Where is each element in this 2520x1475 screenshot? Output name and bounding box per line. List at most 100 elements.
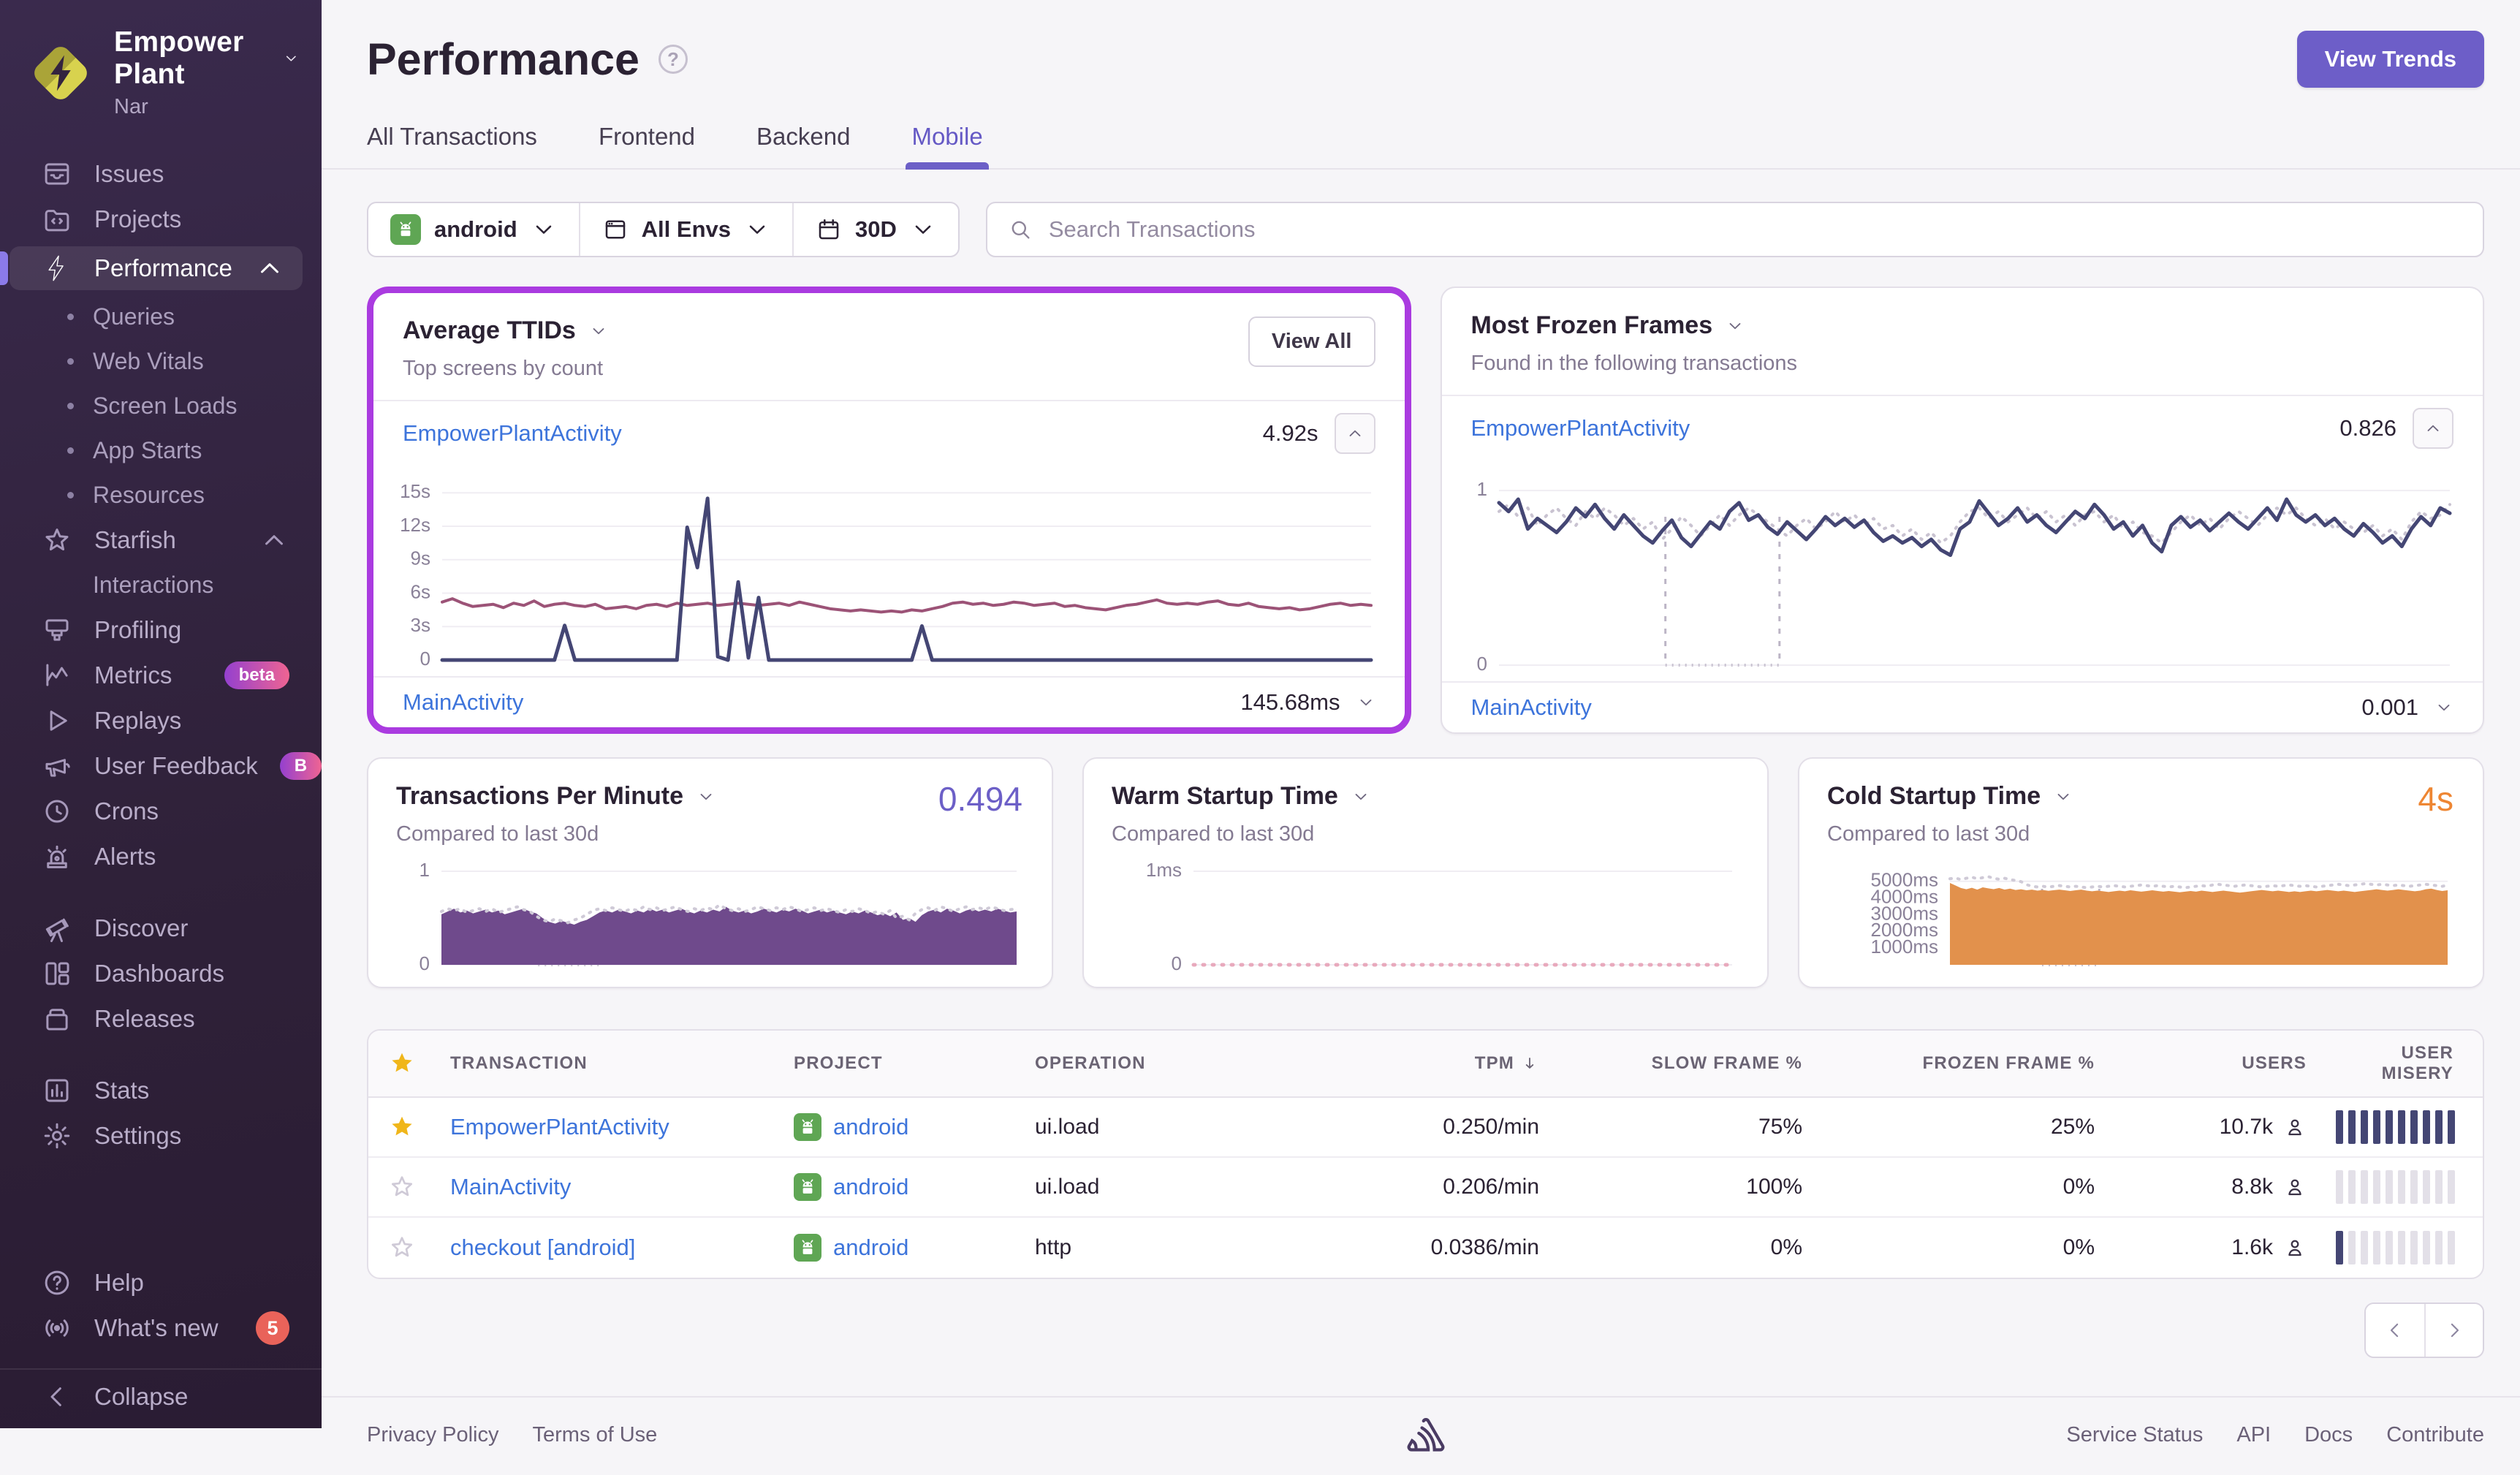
pagination bbox=[367, 1303, 2484, 1358]
page-help-icon[interactable]: ? bbox=[658, 45, 688, 74]
chevron-down-icon bbox=[589, 322, 608, 341]
sidebar-item-dashboards[interactable]: Dashboards bbox=[0, 951, 322, 996]
org-switcher[interactable]: Empower Plant Nar bbox=[0, 0, 322, 141]
star-toggle[interactable] bbox=[388, 1113, 416, 1141]
cold-startup-card: Cold Startup Time Compared to last 30d 4… bbox=[1798, 757, 2484, 988]
sidebar-item-resources[interactable]: Resources bbox=[0, 473, 322, 517]
col-users[interactable]: USERS bbox=[2109, 1053, 2321, 1074]
view-all-button[interactable]: View All bbox=[1248, 316, 1375, 367]
star-icon bbox=[42, 525, 72, 556]
sidebar-item-performance[interactable]: Performance bbox=[10, 246, 303, 290]
api-link[interactable]: API bbox=[2236, 1423, 2271, 1447]
sidebar-item-replays[interactable]: Replays bbox=[0, 698, 322, 743]
sidebar-item-whats-new[interactable]: What's new 5 bbox=[0, 1305, 322, 1351]
project-filter[interactable]: android bbox=[368, 203, 580, 256]
privacy-policy-link[interactable]: Privacy Policy bbox=[367, 1423, 499, 1447]
view-trends-button[interactable]: View Trends bbox=[2296, 31, 2484, 88]
frozen-row-empowerplantactivity: EmpowerPlantActivity 0.826 bbox=[1441, 395, 2483, 460]
sidebar-item-issues[interactable]: Issues bbox=[0, 151, 322, 197]
tab-mobile[interactable]: Mobile bbox=[906, 123, 989, 170]
collapse-row-button[interactable] bbox=[2413, 408, 2453, 449]
project-cell[interactable]: android bbox=[779, 1234, 1020, 1262]
sidebar-item-help[interactable]: Help bbox=[0, 1260, 322, 1305]
tab-all-transactions[interactable]: All Transactions bbox=[367, 123, 537, 168]
sidebar-item-queries[interactable]: Queries bbox=[0, 295, 322, 339]
col-user-misery[interactable]: USER MISERY bbox=[2321, 1043, 2483, 1084]
calendar-icon bbox=[816, 216, 842, 243]
environment-filter[interactable]: All Envs bbox=[580, 203, 794, 256]
next-page-button[interactable] bbox=[2424, 1304, 2483, 1357]
android-project-icon bbox=[794, 1173, 821, 1201]
date-range-filter[interactable]: 30D bbox=[794, 203, 958, 256]
col-operation[interactable]: OPERATION bbox=[1020, 1053, 1327, 1074]
svg-text:15s: 15s bbox=[400, 480, 430, 502]
transaction-link[interactable]: MainActivity bbox=[403, 689, 523, 716]
sidebar-item-metrics[interactable]: Metrics beta bbox=[0, 653, 322, 698]
previous-page-button[interactable] bbox=[2366, 1304, 2424, 1357]
ttid-panel-title-button[interactable]: Average TTIDs bbox=[403, 316, 608, 345]
terms-of-use-link[interactable]: Terms of Use bbox=[533, 1423, 658, 1447]
docs-link[interactable]: Docs bbox=[2304, 1423, 2353, 1447]
chevron-down-icon[interactable] bbox=[1356, 693, 1375, 712]
transaction-link[interactable]: EmpowerPlantActivity bbox=[1471, 415, 1690, 441]
project-cell[interactable]: android bbox=[779, 1113, 1020, 1141]
bullet-icon bbox=[67, 492, 74, 498]
svg-text:0: 0 bbox=[420, 648, 430, 667]
svg-text:1: 1 bbox=[420, 861, 430, 881]
sidebar-item-crons[interactable]: Crons bbox=[0, 789, 322, 834]
star-toggle[interactable] bbox=[388, 1173, 416, 1201]
sentry-logo[interactable] bbox=[1405, 1417, 1446, 1453]
ttid-row-empowerplantactivity: EmpowerPlantActivity 4.92s bbox=[373, 400, 1405, 466]
sidebar-item-app-starts[interactable]: App Starts bbox=[0, 428, 322, 473]
sidebar-collapse-button[interactable]: Collapse bbox=[0, 1368, 322, 1414]
svg-text:1: 1 bbox=[1476, 478, 1487, 500]
project-cell[interactable]: android bbox=[779, 1173, 1020, 1201]
tab-frontend[interactable]: Frontend bbox=[599, 123, 695, 168]
col-transaction[interactable]: TRANSACTION bbox=[436, 1053, 779, 1074]
sidebar-item-settings[interactable]: Settings bbox=[0, 1113, 322, 1159]
search-input[interactable] bbox=[1048, 216, 2462, 243]
transaction-link[interactable]: EmpowerPlantActivity bbox=[450, 1114, 669, 1140]
sidebar-item-discover[interactable]: Discover bbox=[0, 906, 322, 951]
col-project[interactable]: PROJECT bbox=[779, 1053, 1020, 1074]
chevron-down-icon[interactable] bbox=[2434, 698, 2453, 717]
transaction-link[interactable]: EmpowerPlantActivity bbox=[403, 420, 622, 447]
contribute-link[interactable]: Contribute bbox=[2386, 1423, 2484, 1447]
sidebar-item-profiling[interactable]: Profiling bbox=[0, 607, 322, 653]
transaction-link[interactable]: MainActivity bbox=[450, 1174, 571, 1199]
tpm-cell: 0.206/min bbox=[1443, 1175, 1539, 1199]
tpm-card-title-button[interactable]: Transactions Per Minute bbox=[396, 782, 1024, 811]
transaction-link[interactable]: checkout [android] bbox=[450, 1235, 635, 1260]
sidebar-item-user-feedback[interactable]: User Feedback B bbox=[0, 743, 322, 789]
sidebar-item-releases[interactable]: Releases bbox=[0, 996, 322, 1042]
sidebar-item-starfish[interactable]: Starfish bbox=[0, 517, 322, 563]
sidebar-item-alerts[interactable]: Alerts bbox=[0, 834, 322, 879]
play-icon bbox=[42, 705, 72, 736]
sidebar-item-interactions[interactable]: Interactions bbox=[0, 563, 322, 607]
col-slow-frame[interactable]: SLOW FRAME % bbox=[1554, 1053, 1817, 1074]
warm-card-title-button[interactable]: Warm Startup Time bbox=[1112, 782, 1739, 811]
service-status-link[interactable]: Service Status bbox=[2066, 1423, 2203, 1447]
page-filters: android All Envs 30D bbox=[367, 202, 960, 257]
chevron-down-icon bbox=[744, 216, 770, 243]
frozen-panel-title-button[interactable]: Most Frozen Frames bbox=[1471, 311, 1798, 340]
sidebar-item-screen-loads[interactable]: Screen Loads bbox=[0, 384, 322, 428]
sort-desc-icon bbox=[1520, 1054, 1539, 1073]
warm-card-subtitle: Compared to last 30d bbox=[1112, 822, 1315, 846]
transaction-link[interactable]: MainActivity bbox=[1471, 694, 1592, 721]
whats-new-count-badge: 5 bbox=[256, 1311, 289, 1345]
star-toggle[interactable] bbox=[388, 1234, 416, 1262]
col-frozen-frame[interactable]: FROZEN FRAME % bbox=[1817, 1053, 2109, 1074]
sidebar-item-web-vitals[interactable]: Web Vitals bbox=[0, 339, 322, 384]
svg-text:12s: 12s bbox=[400, 514, 430, 536]
cold-card-title-button[interactable]: Cold Startup Time bbox=[1827, 782, 2455, 811]
star-header-icon[interactable] bbox=[388, 1050, 416, 1077]
sidebar-item-projects[interactable]: Projects bbox=[0, 197, 322, 242]
collapse-row-button[interactable] bbox=[1334, 413, 1375, 454]
main-content: Performance ? View Trends All Transactio… bbox=[322, 0, 2520, 1452]
tab-backend[interactable]: Backend bbox=[756, 123, 850, 168]
box-icon bbox=[42, 1004, 72, 1034]
svg-text:9s: 9s bbox=[411, 547, 430, 569]
col-tpm[interactable]: TPM bbox=[1327, 1053, 1554, 1074]
sidebar-item-stats[interactable]: Stats bbox=[0, 1068, 322, 1113]
